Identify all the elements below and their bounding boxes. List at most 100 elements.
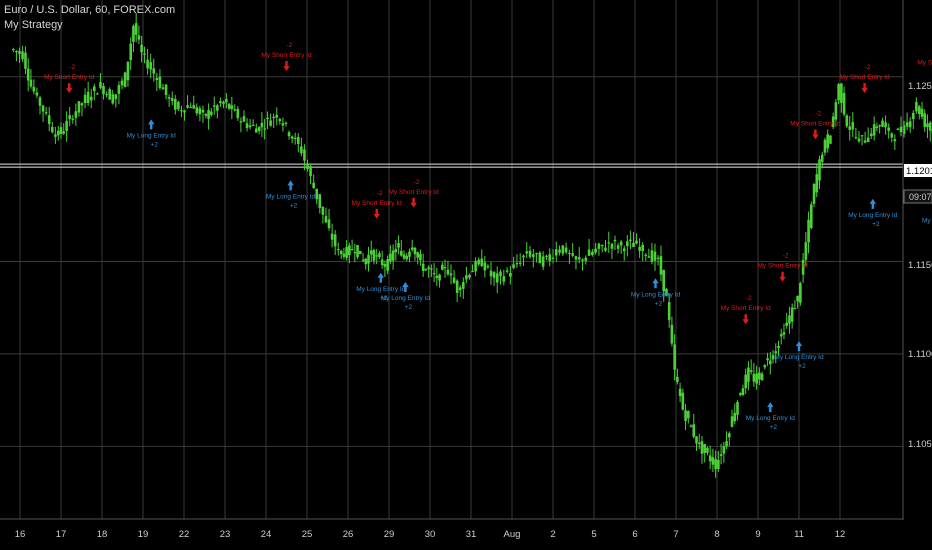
long-signal-label: My Long Entry Id [631,291,681,298]
candle-body [452,277,456,283]
short-signal-label: My Short Entry Id [721,305,772,312]
candle-body [275,114,279,118]
time-tick-label: Aug [504,529,521,540]
candle-body [455,280,459,294]
candle-body [435,275,439,279]
candle-body [923,113,927,127]
candle-body [896,128,900,130]
short-signal-label: My Short Entry Id [44,74,95,81]
long-signal-label: My Long Entry Id [848,212,898,219]
time-tick-label: 11 [794,529,804,540]
candle-body [251,124,255,126]
candle-body [424,269,428,271]
candle-body [50,126,54,133]
candle-body [155,77,159,80]
candle-body [662,269,665,292]
time-tick-label: 2 [550,529,555,540]
price-chart[interactable]: -2 My Short Entry Id -2 My Short Entry Id -2… [0,0,932,550]
candle-body [432,272,436,275]
short-signal-label: My Short Entry Id [388,189,439,196]
time-tick-label: 7 [673,529,678,540]
candle-body [83,94,87,104]
candle-body [638,246,641,251]
candle-body [59,127,63,135]
candle-body [928,122,932,131]
candle-body [796,295,799,302]
candle-body [678,388,682,397]
candle-body [706,447,709,453]
candle-body [254,128,258,133]
candle-body [626,241,629,247]
candle-body [386,258,389,271]
candle-body [541,256,545,267]
candle-body [777,345,780,348]
candle-body [236,108,240,119]
candle-body [230,105,234,109]
candle-body [41,105,45,112]
candle-body [140,44,143,53]
candle-body [192,105,196,109]
candle-body [266,117,269,120]
candle-body [915,101,918,112]
candle-body [483,262,487,271]
candle-body [525,251,529,254]
candle-body [369,250,373,255]
candle-body [333,234,337,247]
time-tick-label: 5 [591,529,596,540]
symbol-title[interactable]: Euro / U.S. Dollar, 60, FOREX.com [4,3,175,18]
candle-body [561,245,565,254]
candle-body [32,86,36,92]
candle-body [468,274,471,278]
candle-body [749,370,753,372]
candle-body [167,97,171,99]
candle-body [152,68,156,74]
candle-body [545,255,548,257]
candle-body [56,130,60,136]
time-tick-label: 9 [755,529,760,540]
candle-body [911,112,915,120]
candle-body [597,243,601,249]
candle-body [826,134,829,149]
candle-body [840,83,843,103]
candle-body [692,424,696,437]
candle-body [820,154,824,162]
long-signal-qty: +2 [150,141,158,148]
candle-body [604,247,607,251]
strategy-legend[interactable]: My Strategy [4,18,175,33]
candle-body [755,373,758,384]
candle-body [402,254,406,259]
candle-body [356,245,359,258]
candle-body [581,259,584,261]
candle-body [293,137,297,140]
time-tick-label: 18 [97,529,108,540]
candle-body [405,255,409,260]
candle-body [763,365,767,368]
candle-body [687,411,690,419]
candle-body [462,282,465,289]
candle-body [394,248,398,253]
chart-header: Euro / U.S. Dollar, 60, FOREX.com My Str… [4,3,175,33]
candle-body [574,256,578,260]
candle-body [477,259,480,265]
candle-body [149,62,152,70]
candle-body [600,244,604,247]
candle-body [300,146,303,154]
candle-body [920,108,924,117]
candle-body [499,271,502,277]
candle-body [810,204,813,228]
long-signal-label: My Long Entry Id [746,415,796,422]
candle-body [512,264,515,268]
candle-body [321,206,325,215]
candle-body [616,245,620,249]
long-signal-qty: +2 [770,424,778,431]
candle-body [908,121,912,128]
candle-body [348,245,351,256]
candle-body [738,393,742,395]
candle-body [489,270,493,277]
short-signal-label: My Short Entry Id [352,200,403,207]
candle-body [785,322,788,326]
candle-body [619,241,623,246]
candle-body [212,105,216,107]
short-signal-qty: -2 [746,295,752,302]
candle-body [290,136,294,139]
